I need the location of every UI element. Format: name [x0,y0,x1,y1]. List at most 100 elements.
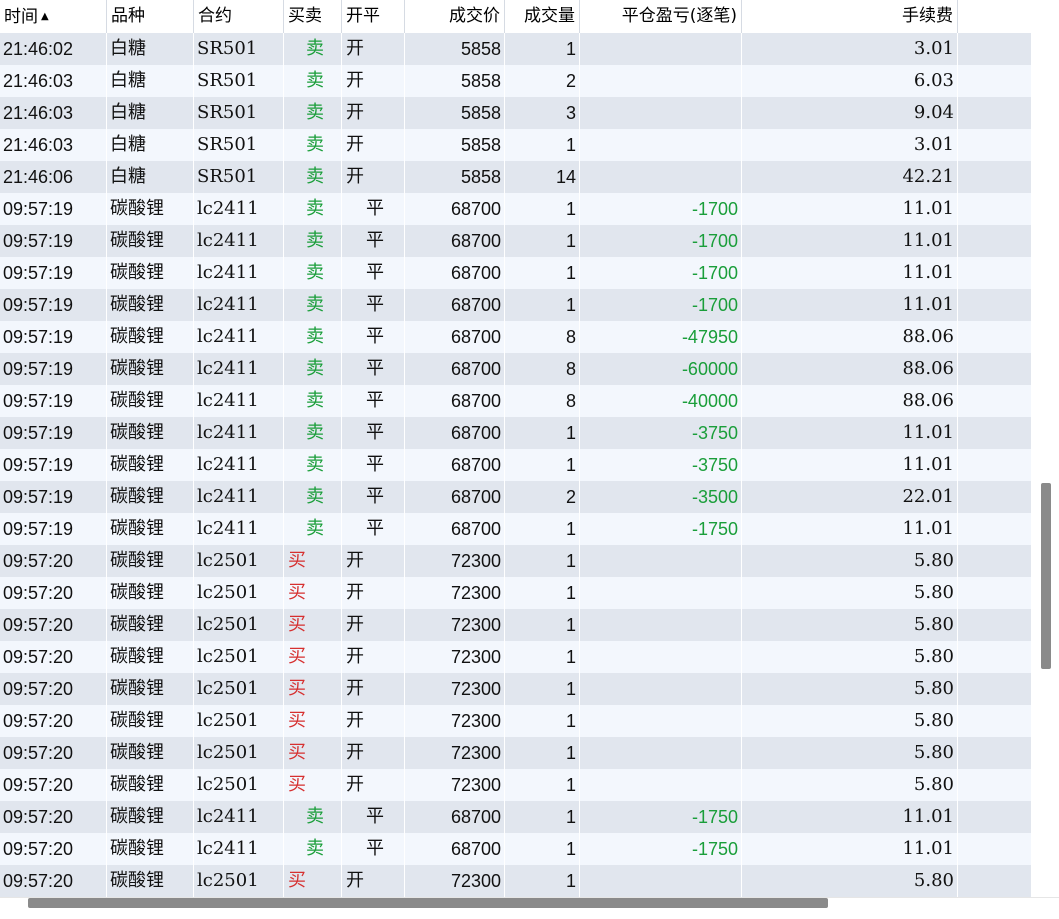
cell-side: 买 [284,673,342,705]
table-row[interactable]: 09:57:19 碳酸锂 lc2411 卖平 68700 1 -3750 11.01 [0,417,1032,449]
table-row[interactable]: 09:57:20 碳酸锂 lc2501 买开 72300 1 5.80 [0,609,1032,641]
horizontal-scrollbar-thumb[interactable] [28,898,828,908]
cell-filler [958,353,1032,385]
cell-offset: 平 [342,833,405,865]
table-row[interactable]: 09:57:19 碳酸锂 lc2411 卖平 68700 1 -3750 11.01 [0,449,1032,481]
table-row[interactable]: 09:57:20 碳酸锂 lc2501 买开 72300 1 5.80 [0,545,1032,577]
table-row[interactable]: 09:57:20 碳酸锂 lc2411 卖平 68700 1 -1750 11.01 [0,833,1032,865]
table-row[interactable]: 21:46:06 白糖 SR501 卖开 5858 14 42.21 [0,161,1032,193]
cell-filler [958,673,1032,705]
table-row[interactable]: 21:46:02 白糖 SR501 卖开 5858 1 3.01 [0,33,1032,65]
cell-price: 72300 [405,865,505,897]
table-row[interactable]: 09:57:19 碳酸锂 lc2411 卖平 68700 8 -60000 88.06 [0,353,1032,385]
cell-contract: lc2501 [194,577,284,609]
column-header-volume[interactable]: 成交量 [505,0,580,33]
cell-fee: 11.01 [742,417,958,449]
cell-volume: 1 [505,769,580,801]
table-row[interactable]: 09:57:19 碳酸锂 lc2411 卖平 68700 1 -1700 11.01 [0,289,1032,321]
table-row[interactable]: 09:57:20 碳酸锂 lc2501 买开 72300 1 5.80 [0,769,1032,801]
column-header-contract[interactable]: 合约 [194,0,284,33]
cell-contract: SR501 [194,97,284,129]
cell-price: 5858 [405,161,505,193]
cell-time: 09:57:19 [0,193,107,225]
cell-time: 21:46:03 [0,97,107,129]
cell-price: 72300 [405,609,505,641]
cell-price: 68700 [405,289,505,321]
cell-product: 碳酸锂 [107,865,194,897]
cell-volume: 8 [505,321,580,353]
cell-offset: 平 [342,289,405,321]
table-row[interactable]: 09:57:20 碳酸锂 lc2501 买开 72300 1 5.80 [0,737,1032,769]
table-row[interactable]: 21:46:03 白糖 SR501 卖开 5858 2 6.03 [0,65,1032,97]
vertical-scrollbar[interactable] [1034,0,1059,897]
cell-product: 碳酸锂 [107,705,194,737]
cell-time: 21:46:03 [0,65,107,97]
table-row[interactable]: 21:46:03 白糖 SR501 卖开 5858 3 9.04 [0,97,1032,129]
cell-fee: 5.80 [742,609,958,641]
cell-pnl: -3500 [580,481,742,513]
cell-contract: lc2501 [194,609,284,641]
cell-side: 卖 [284,449,342,481]
cell-price: 68700 [405,385,505,417]
cell-filler [958,769,1032,801]
cell-product: 碳酸锂 [107,449,194,481]
cell-product: 碳酸锂 [107,481,194,513]
cell-offset: 开 [342,641,405,673]
cell-fee: 88.06 [742,385,958,417]
column-header-time[interactable]: 时间 ▲ [0,0,107,33]
cell-price: 68700 [405,353,505,385]
cell-offset: 平 [342,481,405,513]
column-header-fee[interactable]: 手续费 [742,0,958,33]
cell-time: 09:57:20 [0,705,107,737]
table-header: 时间 ▲ 品种 合约 买卖 开平 成交价 成交量 平仓盈亏(逐笔) 手续费 [0,0,1032,34]
cell-product: 碳酸锂 [107,641,194,673]
column-header-offset[interactable]: 开平 [342,0,405,33]
cell-volume: 1 [505,257,580,289]
cell-filler [958,545,1032,577]
cell-volume: 1 [505,673,580,705]
cell-volume: 1 [505,609,580,641]
cell-side: 卖 [284,289,342,321]
table-row[interactable]: 09:57:20 碳酸锂 lc2501 买开 72300 1 5.80 [0,705,1032,737]
cell-contract: lc2411 [194,385,284,417]
cell-offset: 开 [342,129,405,161]
table-row[interactable]: 09:57:19 碳酸锂 lc2411 卖平 68700 1 -1750 11.01 [0,513,1032,545]
cell-contract: SR501 [194,161,284,193]
cell-price: 72300 [405,737,505,769]
cell-pnl: -1700 [580,225,742,257]
column-header-side[interactable]: 买卖 [284,0,342,33]
table-row[interactable]: 09:57:19 碳酸锂 lc2411 卖平 68700 1 -1700 11.01 [0,225,1032,257]
cell-side: 卖 [284,65,342,97]
table-row[interactable]: 09:57:19 碳酸锂 lc2411 卖平 68700 2 -3500 22.01 [0,481,1032,513]
table-row[interactable]: 09:57:19 碳酸锂 lc2411 卖平 68700 8 -47950 88.06 [0,321,1032,353]
cell-side: 卖 [284,193,342,225]
table-row[interactable]: 09:57:19 碳酸锂 lc2411 卖平 68700 1 -1700 11.01 [0,257,1032,289]
table-row[interactable]: 21:46:03 白糖 SR501 卖开 5858 1 3.01 [0,129,1032,161]
cell-price: 68700 [405,449,505,481]
cell-filler [958,33,1032,65]
cell-product: 碳酸锂 [107,577,194,609]
cell-offset: 开 [342,609,405,641]
cell-volume: 1 [505,865,580,897]
cell-side: 卖 [284,833,342,865]
table-row[interactable]: 09:57:20 碳酸锂 lc2501 买开 72300 1 5.80 [0,673,1032,705]
cell-offset: 平 [342,257,405,289]
column-header-pnl[interactable]: 平仓盈亏(逐笔) [580,0,742,33]
cell-price: 72300 [405,769,505,801]
cell-pnl: -1700 [580,289,742,321]
cell-pnl [580,97,742,129]
table-row[interactable]: 09:57:20 碳酸锂 lc2411 卖平 68700 1 -1750 11.01 [0,801,1032,833]
column-header-price[interactable]: 成交价 [405,0,505,33]
cell-price: 72300 [405,673,505,705]
table-row[interactable]: 09:57:20 碳酸锂 lc2501 买开 72300 1 5.80 [0,865,1032,897]
table-row[interactable]: 09:57:19 碳酸锂 lc2411 卖平 68700 1 -1700 11.01 [0,193,1032,225]
cell-pnl [580,577,742,609]
vertical-scrollbar-thumb[interactable] [1041,483,1051,669]
table-row[interactable]: 09:57:20 碳酸锂 lc2501 买开 72300 1 5.80 [0,577,1032,609]
cell-contract: lc2411 [194,321,284,353]
table-row[interactable]: 09:57:19 碳酸锂 lc2411 卖平 68700 8 -40000 88.06 [0,385,1032,417]
column-header-product[interactable]: 品种 [107,0,194,33]
cell-volume: 8 [505,385,580,417]
cell-product: 碳酸锂 [107,193,194,225]
table-row[interactable]: 09:57:20 碳酸锂 lc2501 买开 72300 1 5.80 [0,641,1032,673]
